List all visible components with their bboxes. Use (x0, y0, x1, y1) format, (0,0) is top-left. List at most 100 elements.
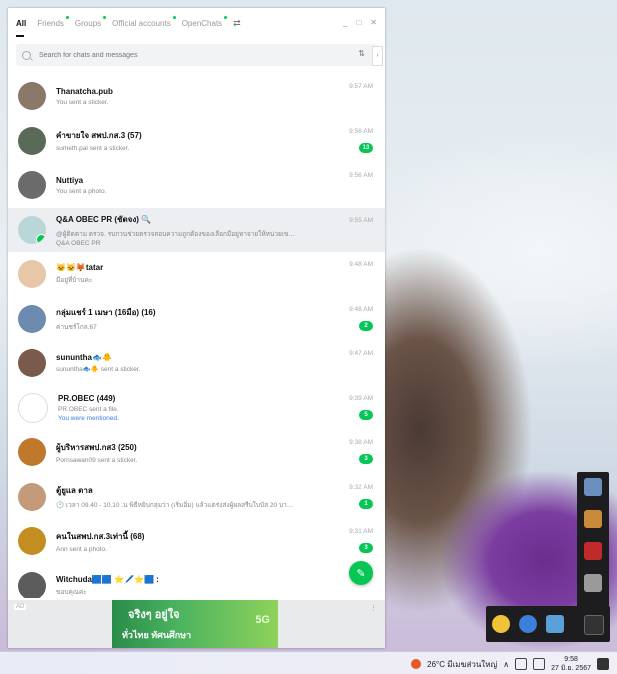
chat-time: 9:57 AM (349, 83, 373, 90)
chat-last-message: ขอบคุณค่ะ (56, 588, 87, 596)
minimize-button[interactable]: _ (343, 18, 347, 27)
new-dot (103, 15, 107, 19)
ad-slogan: จริงๆ อยู่ใจ (128, 609, 180, 621)
tray-app-icon[interactable] (584, 542, 602, 560)
chat-name: 🐱🐱🦊tatar (56, 263, 104, 273)
ad-area: AD จริงๆ อยู่ใจ 5G ทั่วไทย ทัศนศึกษา ⋮ (8, 600, 385, 648)
line-chat-window: All Friends Groups Official accounts Ope… (8, 8, 385, 648)
ad-subtitle: ทั่วไทย ทัศนศึกษา (122, 630, 192, 640)
tab-label: All (16, 18, 27, 28)
close-button[interactable]: ✕ (370, 18, 377, 27)
chat-row[interactable]: ตู้ยูแล ตาล 🕐 เวลา 09.40 - 10.10 .น พิธีห… (8, 475, 385, 520)
tray-app-icon[interactable] (584, 615, 604, 635)
chat-name: sununtha🐟🐥 (56, 353, 112, 363)
tab-all[interactable]: All (16, 18, 27, 37)
avatar (18, 171, 46, 200)
tray-app-icon[interactable] (584, 478, 602, 496)
avatar (18, 527, 46, 556)
chat-row[interactable]: Nuttiya You sent a photo. 9:56 AM (8, 163, 385, 208)
chat-row[interactable]: 🐱🐱🦊tatar มีอยู่ที่บ้านคะ 9:48 AM (8, 252, 385, 297)
clock-date: 27 มิ.ย. 2567 (551, 665, 591, 672)
weather-text[interactable]: 26°C มีเมฆส่วนใหญ่ (427, 658, 497, 671)
ad-5g-badge: 5G (255, 614, 270, 626)
chat-name: Nuttiya (56, 175, 84, 185)
chat-time: 9:32 AM (349, 483, 373, 491)
notification-icon[interactable] (597, 658, 609, 670)
chat-text: คนในสพป.กส.3เท่านี้ (68) Ann sent a photo… (56, 530, 385, 553)
tray-overflow-panel (577, 472, 609, 608)
chat-text: Q&A OBEC PR (ชัดจง) 🔍 @ผู้ติดตาม ตรวจ. รบ… (56, 213, 385, 247)
unread-count-badge: 13 (359, 142, 373, 153)
ad-label: AD (14, 604, 27, 610)
status-badge (36, 233, 46, 244)
clock[interactable]: 9:58 27 มิ.ย. 2567 (551, 655, 591, 673)
avatar (18, 260, 46, 289)
tab-openchats[interactable]: OpenChats (182, 15, 228, 28)
chat-row[interactable]: คำขายใจ สพป.กส.3 (57) sumeth.pal sent a s… (8, 119, 385, 164)
tray-app-icon[interactable] (584, 510, 602, 528)
volume-icon[interactable] (533, 658, 546, 670)
sort-icon[interactable]: ⇅ (358, 49, 365, 58)
chat-last-message: Ann sent a photo. (56, 545, 107, 553)
tab-label: Official accounts (112, 18, 171, 28)
chat-last-message: PR.OBEC sent a file. (58, 405, 119, 413)
chat-text: 🐱🐱🦊tatar มีอยู่ที่บ้านคะ (56, 263, 385, 285)
chat-text: ตู้ยูแล ตาล 🕐 เวลา 09.40 - 10.10 .น พิธีห… (56, 484, 385, 510)
network-icon[interactable] (515, 658, 528, 670)
search-bar: ⇅ › (16, 44, 383, 66)
maximize-button[interactable]: □ (356, 18, 361, 27)
chat-row[interactable]: sununtha🐟🐥 sununtha🐟🐥 sent a sticker. 9:47… (8, 341, 385, 386)
tab-groups[interactable]: Groups (74, 15, 107, 28)
chat-row[interactable]: Witchuda🟦🟦 ⭐🖊️⭐🟦 : ขอบคุณค่ะ (8, 564, 385, 598)
chat-name: PR.OBEC (449) (58, 393, 116, 403)
chat-text: Nuttiya You sent a photo. (56, 176, 385, 195)
window-controls: _ □ ✕ (343, 18, 377, 27)
chat-last-message: You sent a sticker. (56, 98, 109, 106)
avatar (18, 571, 46, 598)
chat-time: 9:48 AM (349, 261, 373, 268)
chat-text: Thanatcha.pub You sent a sticker. (56, 87, 385, 106)
tab-label: Groups (74, 18, 102, 28)
tab-label: Friends (37, 18, 64, 28)
tray-app-icon[interactable] (546, 615, 564, 633)
chat-row[interactable]: PR.OBEC (449) PR.OBEC sent a file. You wer… (8, 386, 385, 431)
chat-list: Thanatcha.pub You sent a sticker. 9:57 AM ค… (8, 74, 385, 598)
chat-row[interactable]: ผู้บริหารสพป.กส3 (250) Pornsawan09 sent a… (8, 430, 385, 475)
chat-name: กลุ่มแชร์ 1 เมษา (16มือ) (16) (56, 307, 156, 317)
weather-icon[interactable] (411, 659, 422, 669)
chat-row[interactable]: คนในสพป.กส.3เท่านี้ (68) Ann sent a photo… (8, 519, 385, 564)
chat-time: 9:55 AM (349, 216, 373, 224)
chat-last-message: sumeth.pal sent a sticker. (56, 145, 130, 153)
tray-app-icon[interactable] (584, 574, 602, 592)
chat-row[interactable]: Q&A OBEC PR (ชัดจง) 🔍 @ผู้ติดตาม ตรวจ. รบ… (8, 207, 385, 252)
chat-name: Thanatcha.pub (56, 86, 113, 96)
chat-name: ผู้บริหารสพป.กส3 (250) (56, 442, 137, 452)
tray-app-icon[interactable] (492, 615, 510, 633)
tray-app-icon[interactable] (519, 615, 537, 633)
tray-overflow-row (486, 606, 610, 642)
chat-text: กลุ่มแชร์ 1 เมษา (16มือ) (16) ค่านชร์โกล.… (56, 306, 385, 332)
avatar (18, 438, 46, 467)
expand-sidebar-icon[interactable]: › (372, 46, 383, 66)
avatar (18, 392, 48, 423)
new-chat-button[interactable]: ✎ (349, 561, 373, 585)
avatar (18, 126, 46, 155)
unread-count-badge: 2 (359, 320, 373, 331)
tab-settings-icon[interactable]: ⇄ (233, 18, 241, 29)
chat-last-message: sununtha🐟🐥 sent a sticker. (56, 366, 141, 374)
new-dot (172, 15, 176, 19)
tab-official-accounts[interactable]: Official accounts (112, 15, 176, 28)
ad-banner[interactable]: จริงๆ อยู่ใจ 5G ทั่วไทย ทัศนศึกษา (112, 600, 278, 648)
avatar (18, 349, 46, 378)
chat-name: คนในสพป.กส.3เท่านี้ (68) (56, 531, 145, 541)
chat-text: Witchuda🟦🟦 ⭐🖊️⭐🟦 : ขอบคุณค่ะ (56, 575, 385, 597)
chevron-up-icon[interactable]: ∧ (503, 660, 509, 669)
search-input[interactable] (37, 50, 321, 60)
chat-last-message: @ผู้ติดตาม ตรวจ. รบกวนช่วยตรวจสอบความถูก… (56, 230, 296, 238)
chat-text: sununtha🐟🐥 sununtha🐟🐥 sent a sticker. (56, 353, 385, 373)
chat-row[interactable]: Thanatcha.pub You sent a sticker. 9:57 AM (8, 74, 385, 119)
chat-row[interactable]: กลุ่มแชร์ 1 เมษา (16มือ) (16) ค่านชร์โกล.… (8, 297, 385, 342)
tab-friends[interactable]: Friends (37, 15, 69, 28)
chat-text: คำขายใจ สพป.กส.3 (57) sumeth.pal sent a s… (56, 129, 385, 152)
ad-close-icon[interactable]: ⋮ (370, 604, 377, 612)
